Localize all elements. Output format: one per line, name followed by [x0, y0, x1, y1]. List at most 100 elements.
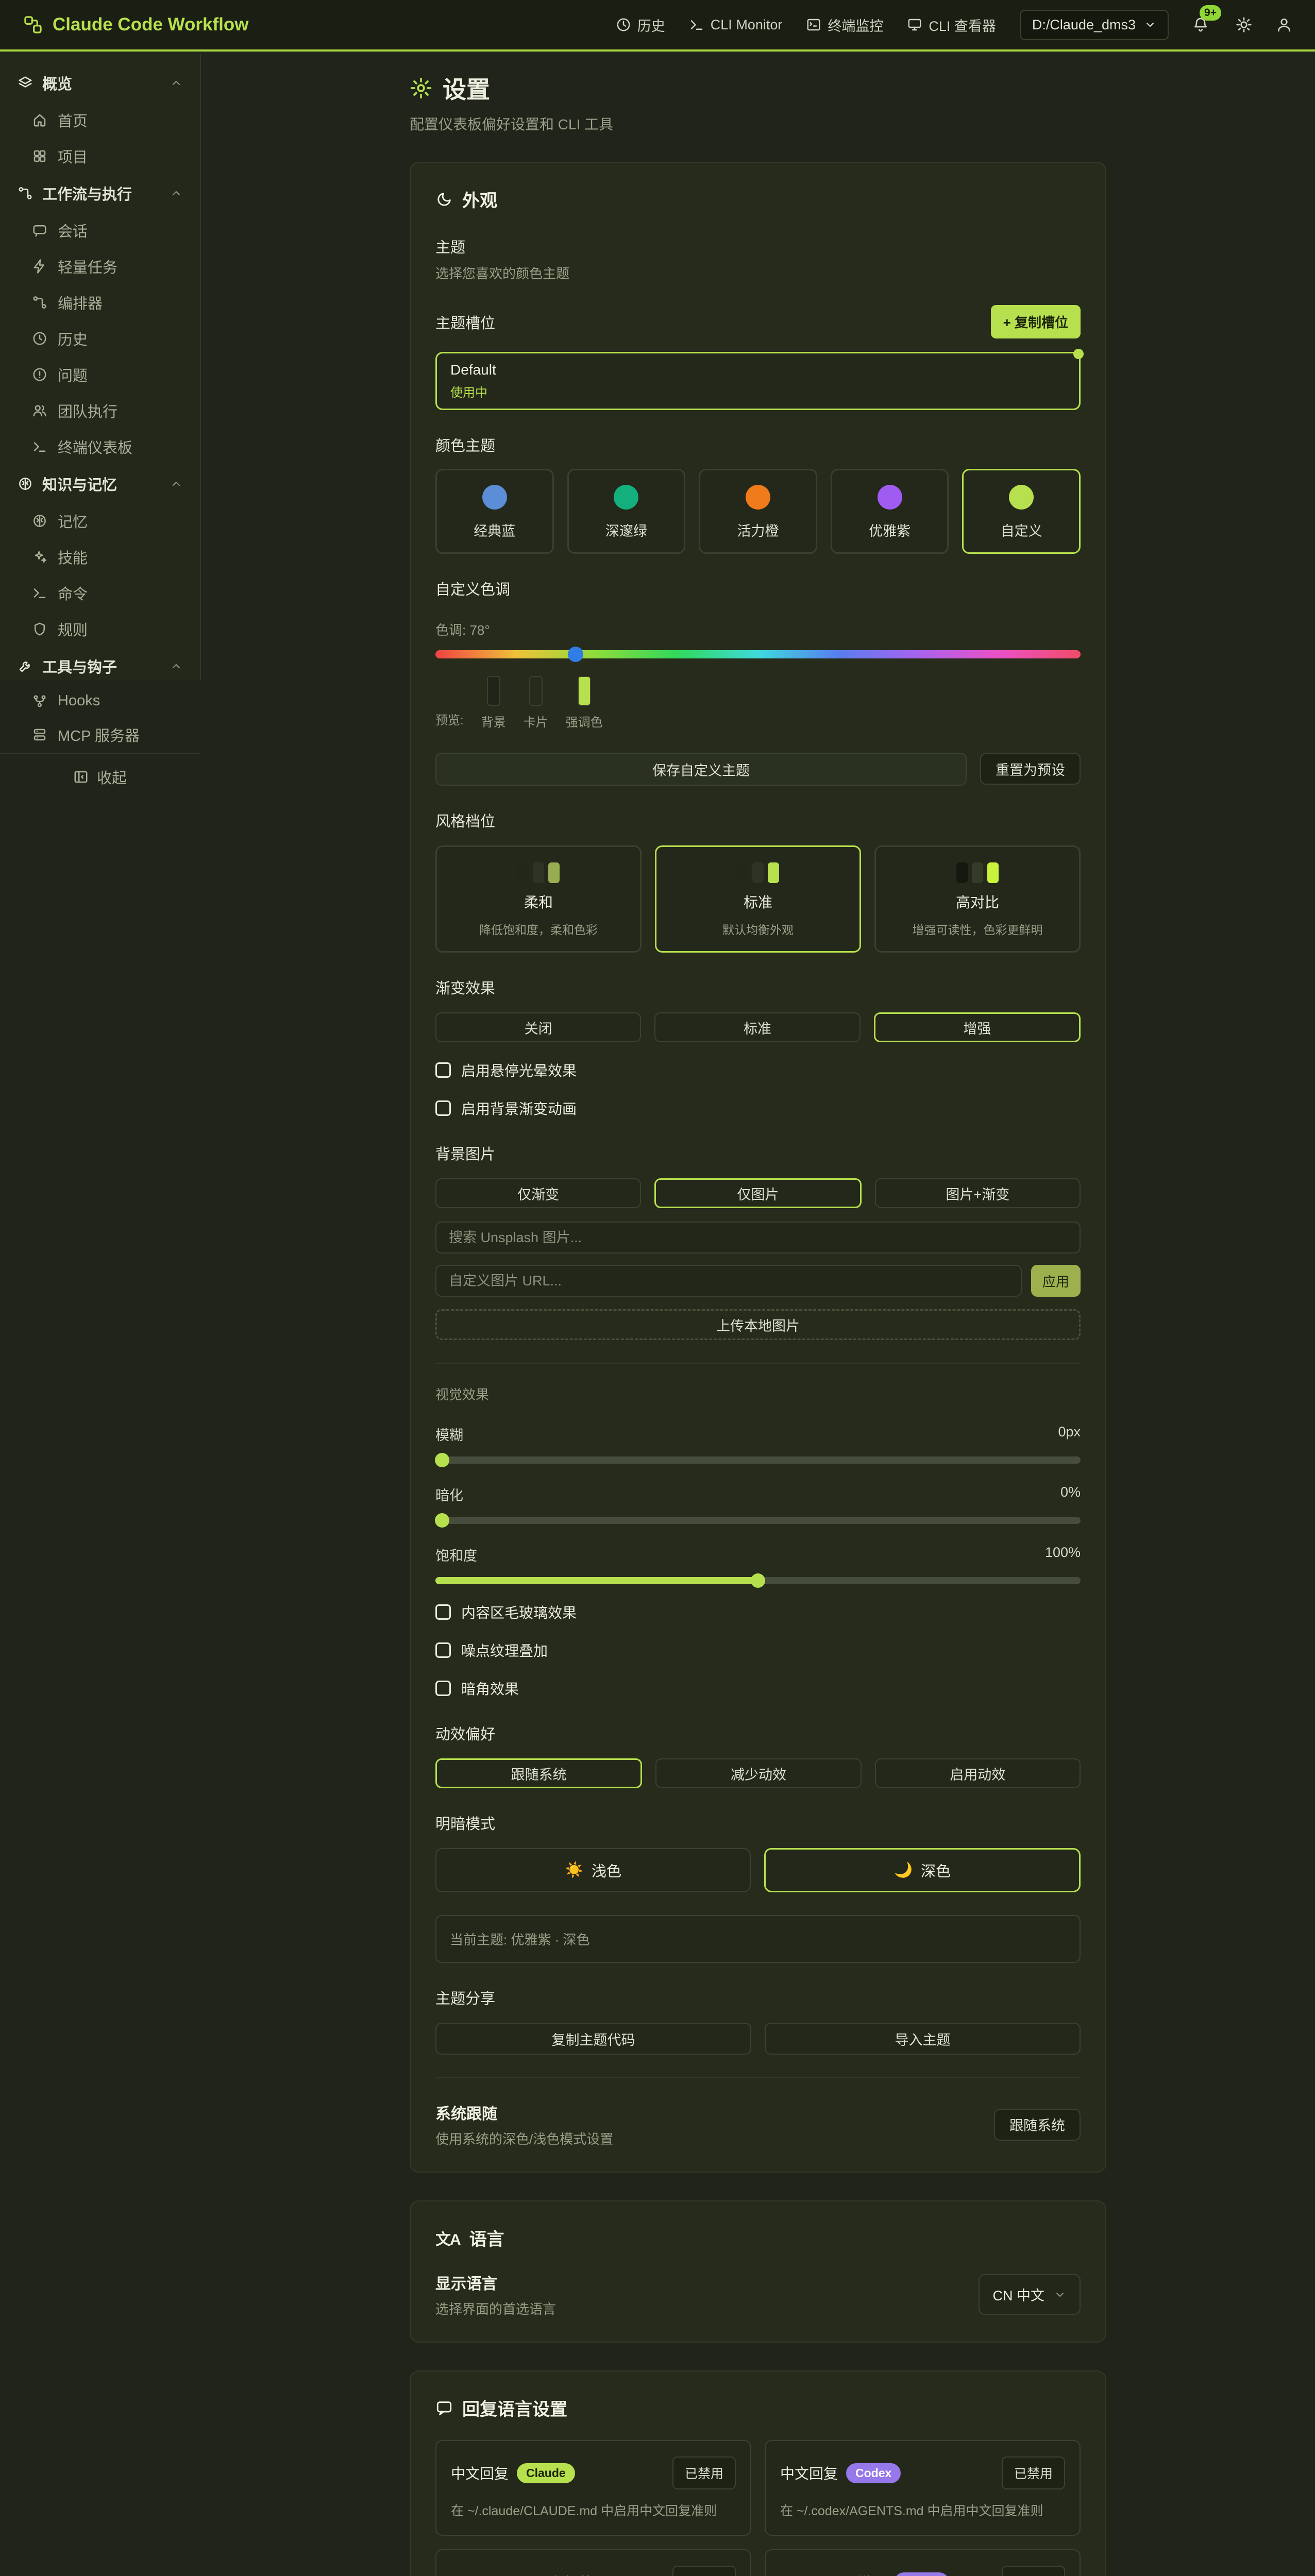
style-option-standard[interactable]: 标准 默认均衡外观 [655, 845, 861, 953]
nav-cli-monitor[interactable]: CLI Monitor [689, 17, 783, 33]
bg-gradient-anim-checkbox-row[interactable]: 启用背景渐变动画 [435, 1098, 1081, 1118]
follow-system-button[interactable]: 跟随系统 [994, 2109, 1081, 2141]
blur-slider[interactable] [435, 1456, 1081, 1464]
apply-url-button[interactable]: 应用 [1031, 1265, 1081, 1297]
gradient-standard[interactable]: 标准 [654, 1012, 860, 1042]
users-icon [32, 403, 47, 418]
darken-slider-head: 暗化 0% [435, 1484, 1081, 1504]
theme-option-vibrant-orange[interactable]: 活力橙 [699, 469, 817, 554]
copy-slot-button[interactable]: + 复制槽位 [991, 305, 1081, 338]
sidebar-item-history[interactable]: 历史 [0, 320, 200, 357]
sparkles-icon [32, 549, 47, 565]
slider-thumb[interactable] [435, 1453, 449, 1467]
bg-image-only[interactable]: 仅图片 [654, 1178, 861, 1208]
sidebar-group-knowledge[interactable]: 知识与记忆 [0, 465, 200, 503]
chevron-down-icon [1054, 2289, 1066, 2301]
sidebar-item-issues[interactable]: 问题 [0, 357, 200, 393]
theme-option-deep-green[interactable]: 深邃绿 [567, 469, 686, 554]
sidebar-item-light-tasks[interactable]: 轻量任务 [0, 248, 200, 284]
style-level-label: 风格档位 [435, 809, 1081, 831]
toggle-disabled-button[interactable]: 已禁用 [1002, 2456, 1065, 2489]
checkbox-unchecked[interactable] [435, 1681, 451, 1696]
glass-checkbox-row[interactable]: 内容区毛玻璃效果 [435, 1602, 1081, 1622]
terminal-icon [32, 585, 47, 601]
toggle-disabled-button[interactable]: 已禁用 [672, 2456, 736, 2489]
language-select[interactable]: CN 中文 [979, 2274, 1081, 2315]
noise-checkbox-row[interactable]: 噪点纹理叠加 [435, 1640, 1081, 1660]
checkbox-unchecked[interactable] [435, 1100, 451, 1116]
home-icon [32, 112, 47, 128]
sidebar-group-tools[interactable]: 工具与钩子 [0, 647, 200, 685]
theme-toggle-button[interactable] [1236, 16, 1252, 33]
gradient-enhanced[interactable]: 增强 [874, 1012, 1081, 1042]
theme-option-elegant-purple[interactable]: 优雅紫 [831, 469, 949, 554]
terminal-icon [32, 439, 47, 454]
bg-gradient-only[interactable]: 仅渐变 [435, 1178, 641, 1208]
import-theme-button[interactable]: 导入主题 [765, 2023, 1081, 2055]
app-logo[interactable]: Claude Code Workflow [23, 14, 249, 35]
current-theme-info: 当前主题: 优雅紫 · 深色 [435, 1915, 1081, 1963]
theme-slot-default[interactable]: Default 使用中 [435, 352, 1081, 410]
sidebar-collapse-button[interactable]: 收起 [0, 753, 200, 800]
sidebar-item-team-execution[interactable]: 团队执行 [0, 393, 200, 429]
theme-desc: 选择您喜欢的颜色主题 [435, 263, 1081, 282]
sidebar-item-skills[interactable]: 技能 [0, 539, 200, 575]
toggle-disabled-button[interactable]: 已禁用 [1002, 2566, 1065, 2576]
toggle-disabled-button[interactable]: 已禁用 [672, 2566, 736, 2576]
motion-enabled[interactable]: 启用动效 [875, 1758, 1081, 1788]
user-menu-button[interactable] [1276, 16, 1292, 33]
custom-image-url-input[interactable] [435, 1265, 1022, 1297]
sidebar-item-hooks[interactable]: Hooks [0, 685, 200, 717]
notifications-button[interactable]: 9+ [1192, 16, 1212, 33]
clock-icon [616, 17, 631, 32]
sidebar-item-terminal-dashboard[interactable]: 终端仪表板 [0, 429, 200, 465]
nav-history[interactable]: 历史 [616, 15, 665, 35]
copy-theme-code-button[interactable]: 复制主题代码 [435, 2023, 751, 2055]
style-option-high-contrast[interactable]: 高对比 增强可读性，色彩更鲜明 [874, 845, 1081, 953]
upload-local-image-button[interactable]: 上传本地图片 [435, 1309, 1081, 1340]
nav-cli-viewer[interactable]: CLI 查看器 [907, 15, 996, 35]
sidebar-item-orchestrator[interactable]: 编排器 [0, 284, 200, 320]
sidebar-group-overview[interactable]: 概览 [0, 64, 200, 102]
sun-emoji-icon: ☀️ [565, 1861, 583, 1879]
theme-option-custom[interactable]: 自定义 [962, 469, 1081, 554]
checkbox-unchecked[interactable] [435, 1642, 451, 1658]
reset-preset-button[interactable]: 重置为预设 [980, 753, 1081, 785]
motion-follow-system[interactable]: 跟随系统 [435, 1758, 642, 1788]
sidebar-item-memory[interactable]: 记忆 [0, 503, 200, 539]
darken-slider[interactable] [435, 1517, 1081, 1524]
mode-light[interactable]: ☀️ 浅色 [435, 1848, 751, 1892]
sidebar-item-rules[interactable]: 规则 [0, 611, 200, 647]
motion-reduced[interactable]: 减少动效 [655, 1758, 861, 1788]
hover-glow-checkbox-row[interactable]: 启用悬停光晕效果 [435, 1060, 1081, 1080]
nav-terminal-monitor[interactable]: 终端监控 [806, 15, 883, 35]
unsplash-search-input[interactable] [435, 1222, 1081, 1253]
reply-item-cli-enhance: CLI 调用增强 Codex 已禁用 为 Codex 启用多 CLI 工具调用功… [765, 2549, 1081, 2576]
slider-thumb[interactable] [751, 1573, 765, 1588]
display-language-desc: 选择界面的首选语言 [435, 2299, 556, 2318]
mode-dark[interactable]: 🌙 深色 [764, 1848, 1081, 1892]
sidebar-item-mcp-servers[interactable]: MCP 服务器 [0, 717, 200, 753]
sidebar-item-home[interactable]: 首页 [0, 102, 200, 138]
moon-icon [435, 191, 453, 208]
hue-slider[interactable] [435, 650, 1081, 658]
language-card: 文A 语言 显示语言 选择界面的首选语言 CN 中文 [410, 2200, 1106, 2343]
gradient-off[interactable]: 关闭 [435, 1012, 641, 1042]
sidebar-item-sessions[interactable]: 会话 [0, 212, 200, 248]
sidebar-item-projects[interactable]: 项目 [0, 138, 200, 174]
sidebar-group-workflow[interactable]: 工作流与执行 [0, 174, 200, 212]
grid-icon [32, 148, 47, 164]
slider-thumb[interactable] [435, 1513, 449, 1528]
checkbox-unchecked[interactable] [435, 1062, 451, 1078]
checkbox-unchecked[interactable] [435, 1604, 451, 1620]
hue-slider-thumb[interactable] [568, 647, 583, 662]
theme-option-classic-blue[interactable]: 经典蓝 [435, 469, 554, 554]
saturation-slider[interactable] [435, 1577, 1081, 1584]
languages-icon: 文A [435, 2227, 460, 2249]
project-selector[interactable]: D:/Claude_dms3 [1020, 10, 1169, 40]
save-custom-theme-button[interactable]: 保存自定义主题 [435, 753, 967, 786]
bg-image-plus-gradient[interactable]: 图片+渐变 [875, 1178, 1081, 1208]
sidebar-item-commands[interactable]: 命令 [0, 575, 200, 611]
style-option-soft[interactable]: 柔和 降低饱和度，柔和色彩 [435, 845, 642, 953]
vignette-checkbox-row[interactable]: 暗角效果 [435, 1678, 1081, 1699]
